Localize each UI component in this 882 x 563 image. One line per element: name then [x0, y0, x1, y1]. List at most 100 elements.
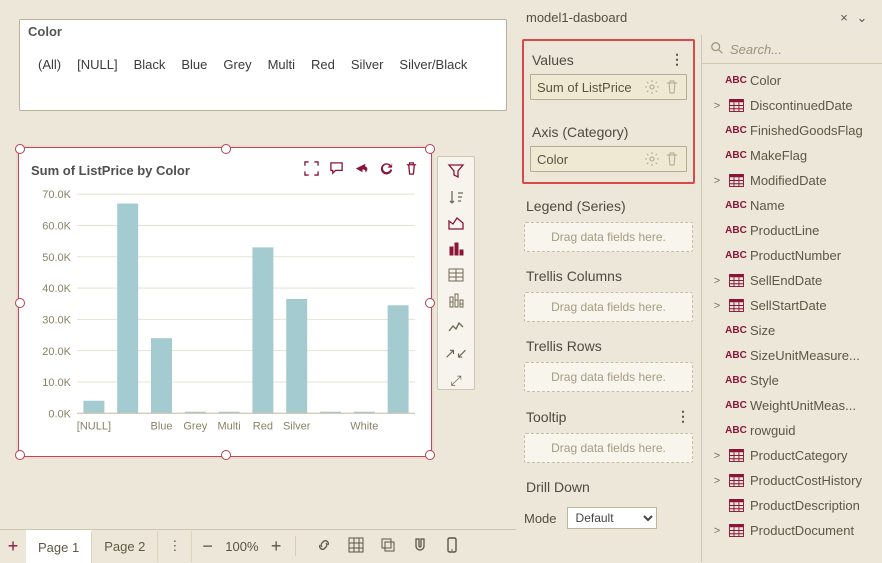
tooltip-dropzone[interactable]: Drag data fields here.	[524, 433, 693, 463]
text-type-icon: ABC	[728, 149, 744, 163]
share-icon[interactable]	[354, 161, 369, 179]
resize-handle[interactable]	[221, 144, 231, 154]
tooltip-menu-icon[interactable]: ⋮	[676, 408, 691, 425]
field-row[interactable]: >ProductDescription	[702, 493, 882, 518]
field-row[interactable]: >ABCMakeFlag	[702, 143, 882, 168]
field-row[interactable]: >ABCProductNumber	[702, 243, 882, 268]
svg-text:10.0K: 10.0K	[42, 377, 71, 389]
design-canvas[interactable]: Color (All)[NULL]BlackBlueGreyMultiRedSi…	[4, 4, 516, 530]
field-row[interactable]: >ProductDocument	[702, 518, 882, 543]
tab-page-2[interactable]: Page 2	[92, 531, 158, 562]
overlap-icon[interactable]	[380, 537, 396, 556]
field-label: SellStartDate	[750, 298, 827, 313]
panel-chevron-down-icon[interactable]: ⌄	[852, 10, 872, 26]
field-label: ProductLine	[750, 223, 819, 238]
field-label: Name	[750, 198, 785, 213]
field-label: ProductDocument	[750, 523, 854, 538]
svg-text:40.0K: 40.0K	[42, 283, 71, 295]
field-row[interactable]: >ModifiedDate	[702, 168, 882, 193]
trellis-cols-dropzone[interactable]: Drag data fields here.	[524, 292, 693, 322]
slicer-item[interactable]: Silver	[351, 57, 384, 72]
field-row[interactable]: >ABCrowguid	[702, 418, 882, 443]
field-row[interactable]: >ProductCategory	[702, 443, 882, 468]
adjust-icon[interactable]: ↗↙	[445, 345, 467, 362]
table-icon[interactable]	[445, 267, 467, 283]
gear-icon[interactable]	[644, 151, 660, 167]
text-type-icon: ABC	[728, 349, 744, 363]
slicer-item[interactable]: [NULL]	[77, 57, 117, 72]
add-page-button[interactable]: +	[0, 536, 26, 557]
magnet-icon[interactable]	[412, 537, 428, 556]
field-row[interactable]: >ABCFinishedGoodsFlag	[702, 118, 882, 143]
slicer-item[interactable]: Red	[311, 57, 335, 72]
field-row[interactable]: >ABCName	[702, 193, 882, 218]
bar-chart-icon[interactable]	[445, 241, 467, 257]
zoom-out-button[interactable]: −	[202, 536, 213, 557]
resize-handle[interactable]	[15, 144, 25, 154]
axis-chip[interactable]: Color	[530, 146, 687, 172]
field-row[interactable]: > SellStartDate	[702, 293, 882, 318]
slicer-item[interactable]: Black	[134, 57, 166, 72]
field-label: Color	[750, 73, 781, 88]
mobile-icon[interactable]	[444, 537, 460, 556]
slicer-color[interactable]: Color (All)[NULL]BlackBlueGreyMultiRedSi…	[19, 19, 507, 111]
drill-mode-select[interactable]: Default	[567, 507, 657, 529]
chart-card[interactable]: Sum of ListPrice by Color 0.0K10.0K20.0K…	[19, 148, 431, 456]
resize-handle[interactable]	[221, 450, 231, 460]
area-chart-icon[interactable]	[445, 215, 467, 231]
field-row[interactable]: >ABCSizeUnitMeasure...	[702, 343, 882, 368]
resize-handle[interactable]	[15, 298, 25, 308]
resize-handle[interactable]	[425, 298, 435, 308]
trash-icon[interactable]	[664, 79, 680, 95]
text-type-icon: ABC	[728, 124, 744, 138]
link-icon[interactable]	[316, 537, 332, 556]
grid-icon[interactable]	[348, 537, 364, 556]
field-row[interactable]: >ProductCostHistory	[702, 468, 882, 493]
trash-icon[interactable]	[664, 151, 680, 167]
field-row[interactable]: >ABCProductLine	[702, 218, 882, 243]
zoom-in-button[interactable]: +	[271, 536, 282, 557]
close-panel-button[interactable]: ×	[836, 10, 852, 25]
values-menu-icon[interactable]: ⋮	[670, 51, 685, 68]
field-row[interactable]: >DiscontinuedDate	[702, 93, 882, 118]
slicer-item[interactable]: Grey	[223, 57, 251, 72]
expand-icon[interactable]: ⤢	[445, 372, 467, 389]
slicer-item[interactable]: Multi	[268, 57, 295, 72]
slicer-item[interactable]: (All)	[38, 57, 61, 72]
field-label: MakeFlag	[750, 148, 807, 163]
tabs-menu-icon[interactable]: ⋮	[158, 531, 192, 562]
stacked-bar-icon[interactable]	[445, 293, 467, 309]
text-type-icon: ABC	[728, 74, 744, 88]
slicer-item[interactable]: Silver/Black	[399, 57, 467, 72]
field-row[interactable]: >ABCSize	[702, 318, 882, 343]
gear-icon[interactable]	[644, 79, 660, 95]
fields-search[interactable]: Search...	[702, 35, 882, 64]
table-type-icon	[728, 299, 744, 313]
tab-page-1[interactable]: Page 1	[26, 530, 92, 563]
search-icon	[710, 41, 724, 58]
field-row[interactable]: >ABCColor	[702, 68, 882, 93]
field-label: ProductDescription	[750, 498, 860, 513]
trellis-rows-dropzone[interactable]: Drag data fields here.	[524, 362, 693, 392]
delete-icon[interactable]	[404, 161, 419, 179]
caret-icon: >	[712, 100, 722, 112]
values-chip[interactable]: Sum of ListPrice	[530, 74, 687, 100]
field-row[interactable]: >ABCWeightUnitMeas...	[702, 393, 882, 418]
filter-icon[interactable]	[445, 163, 467, 179]
refresh-icon[interactable]	[379, 161, 394, 179]
caret-icon: >	[712, 300, 722, 312]
values-section-title: Values	[532, 52, 574, 68]
resize-handle[interactable]	[425, 450, 435, 460]
sort-icon[interactable]	[445, 189, 467, 205]
svg-text:Blue: Blue	[150, 421, 172, 433]
legend-dropzone[interactable]: Drag data fields here.	[524, 222, 693, 252]
field-row[interactable]: >ABCStyle	[702, 368, 882, 393]
comment-icon[interactable]	[329, 161, 344, 179]
slicer-item[interactable]: Blue	[181, 57, 207, 72]
fullscreen-icon[interactable]	[304, 161, 319, 179]
line-chart-icon[interactable]	[445, 319, 467, 335]
resize-handle[interactable]	[15, 450, 25, 460]
trellis-cols-title: Trellis Columns	[526, 268, 622, 284]
resize-handle[interactable]	[425, 144, 435, 154]
field-row[interactable]: >SellEndDate	[702, 268, 882, 293]
